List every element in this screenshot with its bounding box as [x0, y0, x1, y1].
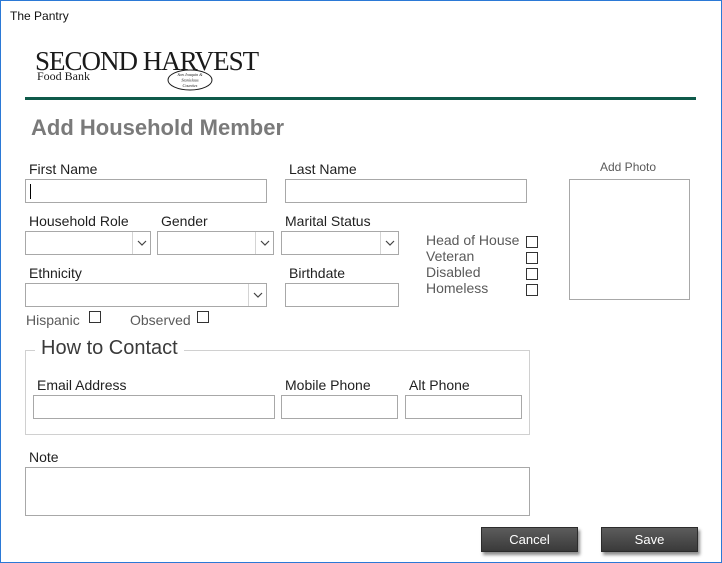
birthdate-label: Birthdate [289, 265, 346, 281]
ethnicity-dropdown[interactable] [248, 284, 266, 306]
mobile-phone-label: Mobile Phone [285, 377, 371, 393]
chevron-down-icon [385, 240, 394, 246]
hispanic-checkbox[interactable] [89, 311, 101, 323]
head-of-house-checkbox[interactable] [526, 236, 538, 248]
chevron-down-icon [260, 240, 269, 246]
observed-label: Observed [130, 312, 191, 328]
mobile-phone-input[interactable] [281, 395, 398, 419]
add-photo-label: Add Photo [600, 160, 657, 174]
last-name-input[interactable] [285, 179, 527, 203]
gender-label: Gender [161, 213, 208, 229]
disabled-checkbox[interactable] [526, 268, 538, 280]
note-label: Note [29, 449, 59, 465]
seal-line-3: Counties [183, 83, 198, 88]
logo-subtitle: Food Bank [37, 69, 91, 83]
homeless-label: Homeless [426, 280, 489, 296]
ethnicity-select[interactable] [25, 283, 267, 307]
disabled-label: Disabled [426, 264, 481, 280]
window-title: The Pantry [10, 9, 69, 23]
head-of-house-label: Head of House [426, 232, 520, 248]
marital-status-select[interactable] [281, 231, 399, 255]
text-caret [30, 184, 31, 199]
email-label: Email Address [37, 377, 127, 393]
app-window: The Pantry SECOND HARVEST Food Bank San … [0, 0, 722, 563]
marital-status-dropdown[interactable] [380, 232, 398, 254]
last-name-label: Last Name [289, 161, 357, 177]
chevron-down-icon [253, 292, 262, 298]
household-role-label: Household Role [29, 213, 129, 229]
note-textarea[interactable] [25, 467, 530, 516]
chevron-down-icon [137, 240, 146, 246]
page-title: Add Household Member [31, 115, 285, 140]
hispanic-label: Hispanic [26, 312, 80, 328]
ethnicity-label: Ethnicity [29, 265, 82, 281]
alt-phone-label: Alt Phone [409, 377, 470, 393]
homeless-checkbox[interactable] [526, 284, 538, 296]
seal-line-2: Stanislaus [181, 78, 199, 83]
logo-seal-icon: San Joaquin & Stanislaus Counties [167, 69, 213, 91]
contact-group-title: How to Contact [35, 337, 184, 360]
email-input[interactable] [33, 395, 275, 419]
save-button[interactable]: Save [601, 527, 698, 552]
gender-select[interactable] [157, 231, 274, 255]
photo-drop-area[interactable] [569, 179, 690, 300]
cancel-button[interactable]: Cancel [481, 527, 578, 552]
household-role-select[interactable] [25, 231, 151, 255]
veteran-checkbox[interactable] [526, 252, 538, 264]
first-name-label: First Name [29, 161, 98, 177]
birthdate-input[interactable] [285, 283, 399, 307]
gender-dropdown[interactable] [255, 232, 273, 254]
marital-status-label: Marital Status [285, 213, 371, 229]
veteran-label: Veteran [426, 248, 475, 264]
second-harvest-logo: SECOND HARVEST Food Bank San Joaquin & S… [35, 47, 259, 93]
household-role-dropdown[interactable] [132, 232, 150, 254]
brand-divider [25, 97, 696, 100]
first-name-input[interactable] [25, 179, 267, 203]
observed-checkbox[interactable] [197, 311, 209, 323]
seal-line-1: San Joaquin & [177, 72, 203, 77]
alt-phone-input[interactable] [405, 395, 522, 419]
